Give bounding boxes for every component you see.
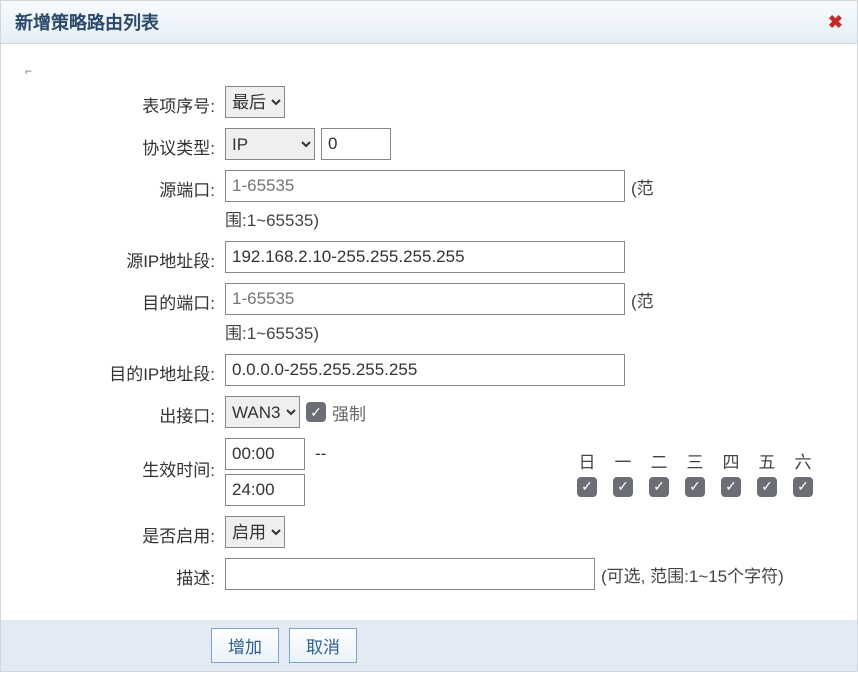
label-dst-ip: 目的IP地址段: (25, 354, 225, 385)
src-port-hint-open: (范 (631, 174, 654, 199)
time-start-input[interactable] (225, 438, 305, 470)
dialog-body: ⌐ 表项序号: 最后 协议类型: IP 源端口: (1, 44, 857, 620)
day-check-sun[interactable]: ✓ (577, 477, 597, 497)
label-dst-port: 目的端口: (25, 283, 225, 314)
dst-port-hint: 围:1~65535) (225, 319, 319, 344)
time-end-input[interactable] (225, 474, 305, 506)
day-check-thu[interactable]: ✓ (721, 477, 741, 497)
day-label-tue: 二 (649, 448, 669, 473)
force-label: 强制 (332, 400, 366, 425)
label-enable: 是否启用: (25, 516, 225, 547)
src-port-input[interactable] (225, 170, 625, 202)
dialog-footer: 增加 取消 (1, 620, 857, 671)
force-checkbox[interactable]: ✓ (306, 402, 326, 422)
label-src-ip: 源IP地址段: (25, 241, 225, 272)
src-ip-input[interactable] (225, 241, 625, 273)
label-out-interface: 出接口: (25, 396, 225, 427)
label-protocol: 协议类型: (25, 128, 225, 159)
day-check-mon[interactable]: ✓ (613, 477, 633, 497)
dst-ip-input[interactable] (225, 354, 625, 386)
dialog-title: 新增策略路由列表 (15, 9, 159, 35)
day-label-wed: 三 (685, 448, 705, 473)
label-description: 描述: (25, 558, 225, 589)
enable-select[interactable]: 启用 (225, 516, 285, 548)
time-separator: -- (315, 438, 326, 464)
description-input[interactable] (225, 558, 595, 590)
day-check-tue[interactable]: ✓ (649, 477, 669, 497)
day-label-mon: 一 (613, 448, 633, 473)
day-label-thu: 四 (721, 448, 741, 473)
index-select[interactable]: 最后 (225, 86, 285, 118)
dialog-header: 新增策略路由列表 ✖ (1, 1, 857, 44)
dst-port-input[interactable] (225, 283, 625, 315)
description-hint: (可选, 范围:1~15个字符) (601, 562, 784, 587)
src-port-hint: 围:1~65535) (225, 206, 319, 231)
label-effective-time: 生效时间: (25, 438, 225, 481)
day-label-sat: 六 (793, 448, 813, 473)
out-interface-select[interactable]: WAN3 (225, 396, 300, 428)
label-src-port: 源端口: (25, 170, 225, 201)
policy-route-dialog: 新增策略路由列表 ✖ ⌐ 表项序号: 最后 协议类型: IP 源端口: (0, 0, 858, 672)
day-label-sun: 日 (577, 448, 597, 473)
day-check-sat[interactable]: ✓ (793, 477, 813, 497)
cancel-button[interactable]: 取消 (289, 628, 357, 663)
dst-port-hint-open: (范 (631, 287, 654, 312)
day-selector: 日 一 二 三 四 五 六 ✓ ✓ ✓ ✓ ✓ ✓ (577, 448, 813, 497)
label-index: 表项序号: (25, 86, 225, 117)
protocol-number-input[interactable] (321, 128, 391, 160)
close-icon[interactable]: ✖ (828, 13, 843, 31)
add-button[interactable]: 增加 (211, 628, 279, 663)
collapse-handle-icon[interactable]: ⌐ (25, 64, 833, 78)
protocol-select[interactable]: IP (225, 128, 315, 160)
day-check-wed[interactable]: ✓ (685, 477, 705, 497)
day-check-fri[interactable]: ✓ (757, 477, 777, 497)
day-label-fri: 五 (757, 448, 777, 473)
